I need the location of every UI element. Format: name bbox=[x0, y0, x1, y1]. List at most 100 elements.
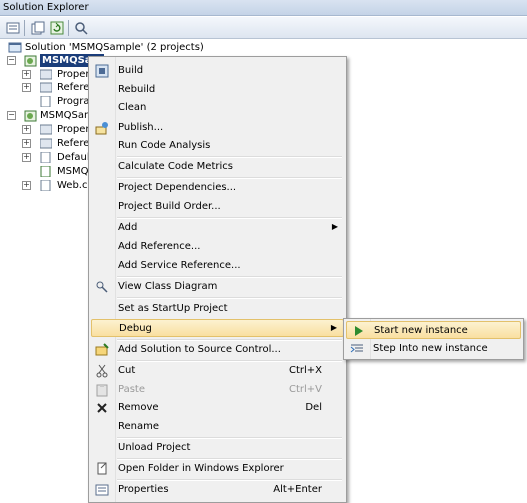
menu-item-project-build-order[interactable]: Project Build Order... bbox=[91, 198, 344, 216]
tree-item-label: Proper bbox=[57, 124, 90, 135]
references-folder-icon bbox=[39, 82, 53, 93]
menu-item-add-reference[interactable]: Add Reference... bbox=[91, 238, 344, 256]
menu-item-unload-project[interactable]: Unload Project bbox=[91, 439, 344, 457]
menu-item-start-new-instance[interactable]: Start new instance bbox=[346, 321, 521, 339]
expand-icon[interactable]: + bbox=[22, 153, 31, 162]
menu-item-step-into-new-instance[interactable]: Step Into new instance bbox=[346, 340, 521, 358]
expand-icon[interactable]: + bbox=[22, 125, 31, 134]
menu-item-label: Add Reference... bbox=[118, 241, 201, 252]
web-page-icon bbox=[40, 151, 52, 164]
menu-item-label: Rename bbox=[118, 421, 160, 432]
publish-icon bbox=[94, 120, 110, 136]
paste-icon bbox=[94, 382, 110, 398]
collapse-icon[interactable]: − bbox=[7, 56, 16, 65]
expand-icon[interactable]: + bbox=[22, 181, 31, 190]
menu-item-label: Clean bbox=[118, 102, 147, 113]
expand-icon[interactable]: + bbox=[22, 83, 31, 92]
solution-icon bbox=[8, 42, 22, 53]
menu-item-project-dependencies[interactable]: Project Dependencies... bbox=[91, 179, 344, 197]
menu-item-label: Set as StartUp Project bbox=[118, 303, 228, 314]
menu-item-shortcut: Ctrl+V bbox=[288, 384, 322, 395]
config-file-icon bbox=[40, 179, 52, 192]
menu-item-label: Build bbox=[118, 65, 144, 76]
menu-item-label: Rebuild bbox=[118, 84, 156, 95]
context-menu: Build Rebuild Clean Publish... Run Code … bbox=[88, 56, 347, 503]
tree-item-label: Refere bbox=[57, 82, 90, 93]
menu-item-label: Calculate Code Metrics bbox=[118, 161, 233, 172]
collapse-icon[interactable]: − bbox=[7, 111, 16, 120]
menu-item-label: Remove bbox=[118, 402, 159, 413]
debug-submenu: Start new instance Step Into new instanc… bbox=[343, 318, 524, 360]
menu-item-open-folder[interactable]: Open Folder in Windows Explorer bbox=[91, 460, 344, 478]
tree-item-label: Refere bbox=[57, 138, 90, 149]
menu-item-rebuild[interactable]: Rebuild bbox=[91, 81, 344, 99]
menu-item-cut[interactable]: Cut Ctrl+X bbox=[91, 362, 344, 380]
menu-item-add-service-reference[interactable]: Add Service Reference... bbox=[91, 257, 344, 275]
tree-item-label: Proper bbox=[57, 69, 90, 80]
toolbar-separator bbox=[68, 20, 69, 36]
menu-item-label: Publish... bbox=[118, 122, 164, 133]
menu-item-add[interactable]: Add ▶ bbox=[91, 219, 344, 237]
menu-item-remove[interactable]: Remove Del bbox=[91, 399, 344, 417]
menu-item-label: Open Folder in Windows Explorer bbox=[118, 463, 284, 474]
web-project-icon bbox=[24, 55, 37, 67]
play-icon bbox=[350, 323, 366, 339]
menu-item-label: Add Service Reference... bbox=[118, 260, 241, 271]
menu-item-debug[interactable]: Debug ▶ bbox=[91, 319, 344, 337]
toolbar bbox=[0, 17, 527, 39]
menu-item-run-code-analysis[interactable]: Run Code Analysis bbox=[91, 137, 344, 155]
menu-item-label: Step Into new instance bbox=[373, 343, 488, 354]
menu-item-shortcut: Ctrl+X bbox=[288, 365, 322, 376]
menu-item-label: Project Build Order... bbox=[118, 201, 221, 212]
refresh-icon[interactable] bbox=[49, 20, 65, 36]
open-folder-icon bbox=[94, 461, 110, 477]
menu-item-paste[interactable]: Paste Ctrl+V bbox=[91, 381, 344, 399]
menu-item-shortcut: Alt+Enter bbox=[273, 484, 322, 495]
menu-item-label: Properties bbox=[118, 484, 169, 495]
panel-title: Solution Explorer bbox=[3, 2, 89, 13]
menu-item-view-class-diagram[interactable]: View Class Diagram bbox=[91, 278, 344, 296]
panel-title-bar: Solution Explorer bbox=[0, 0, 527, 16]
solution-label: Solution 'MSMQSample' (2 projects) bbox=[25, 42, 204, 53]
expand-icon[interactable]: + bbox=[22, 70, 31, 79]
menu-item-label: Paste bbox=[118, 384, 145, 395]
step-into-icon bbox=[349, 341, 365, 357]
menu-item-label: Start new instance bbox=[374, 325, 468, 336]
menu-item-label: Run Code Analysis bbox=[118, 140, 211, 151]
menu-item-label: View Class Diagram bbox=[118, 281, 218, 292]
tree-solution-node[interactable]: Solution 'MSMQSample' (2 projects) bbox=[8, 41, 308, 54]
menu-item-label: Debug bbox=[119, 323, 152, 334]
menu-item-calculate-code-metrics[interactable]: Calculate Code Metrics bbox=[91, 158, 344, 176]
properties-icon bbox=[94, 482, 110, 498]
show-all-files-icon[interactable] bbox=[30, 20, 46, 36]
class-diagram-icon bbox=[94, 279, 110, 295]
cut-icon bbox=[94, 363, 110, 379]
menu-item-properties[interactable]: Properties Alt+Enter bbox=[91, 481, 344, 499]
submenu-arrow-icon: ▶ bbox=[330, 323, 337, 332]
source-control-icon bbox=[94, 342, 110, 358]
menu-item-publish[interactable]: Publish... bbox=[91, 119, 344, 137]
remove-icon bbox=[94, 400, 110, 416]
menu-item-clean[interactable]: Clean bbox=[91, 99, 344, 117]
menu-item-build[interactable]: Build bbox=[91, 62, 344, 80]
menu-item-label: Cut bbox=[118, 365, 136, 376]
menu-item-set-startup-project[interactable]: Set as StartUp Project bbox=[91, 300, 344, 318]
expand-icon[interactable]: + bbox=[22, 139, 31, 148]
menu-item-add-solution-to-source-control[interactable]: Add Solution to Source Control... bbox=[91, 341, 344, 359]
code-file-icon bbox=[40, 165, 52, 178]
menu-item-rename[interactable]: Rename bbox=[91, 418, 344, 436]
properties-folder-icon bbox=[39, 124, 53, 135]
toolbar-separator bbox=[24, 20, 25, 36]
web-project-icon bbox=[24, 110, 37, 122]
properties-icon[interactable] bbox=[5, 20, 21, 36]
menu-item-shortcut: Del bbox=[305, 402, 322, 413]
menu-separator bbox=[117, 297, 342, 299]
references-folder-icon bbox=[39, 138, 53, 149]
menu-item-label: Add bbox=[118, 222, 138, 233]
code-file-icon bbox=[40, 95, 52, 108]
submenu-arrow-icon: ▶ bbox=[331, 222, 338, 231]
menu-item-label: Unload Project bbox=[118, 442, 191, 453]
class-view-icon[interactable] bbox=[73, 20, 89, 36]
build-icon bbox=[94, 63, 110, 79]
properties-folder-icon bbox=[39, 69, 53, 80]
